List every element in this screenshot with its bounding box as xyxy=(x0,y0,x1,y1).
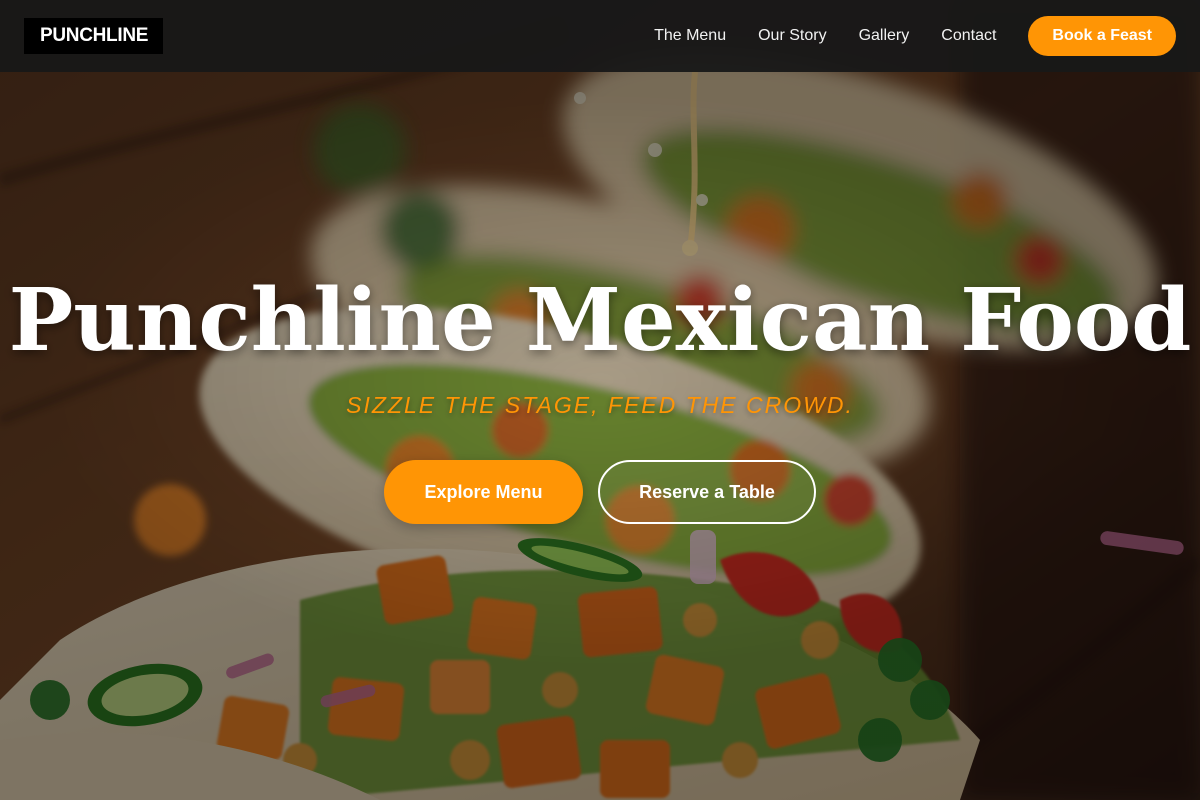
explore-menu-button[interactable]: Explore Menu xyxy=(384,460,583,524)
hero-content: Punchline Mexican Food SIZZLE THE STAGE,… xyxy=(0,0,1200,800)
hero-tagline: SIZZLE THE STAGE, FEED THE CROWD. xyxy=(346,392,854,418)
hero-cta-row: Explore Menu Reserve a Table xyxy=(384,460,816,524)
hero-title: Punchline Mexican Food xyxy=(8,270,1192,371)
reserve-a-table-button[interactable]: Reserve a Table xyxy=(598,460,816,524)
